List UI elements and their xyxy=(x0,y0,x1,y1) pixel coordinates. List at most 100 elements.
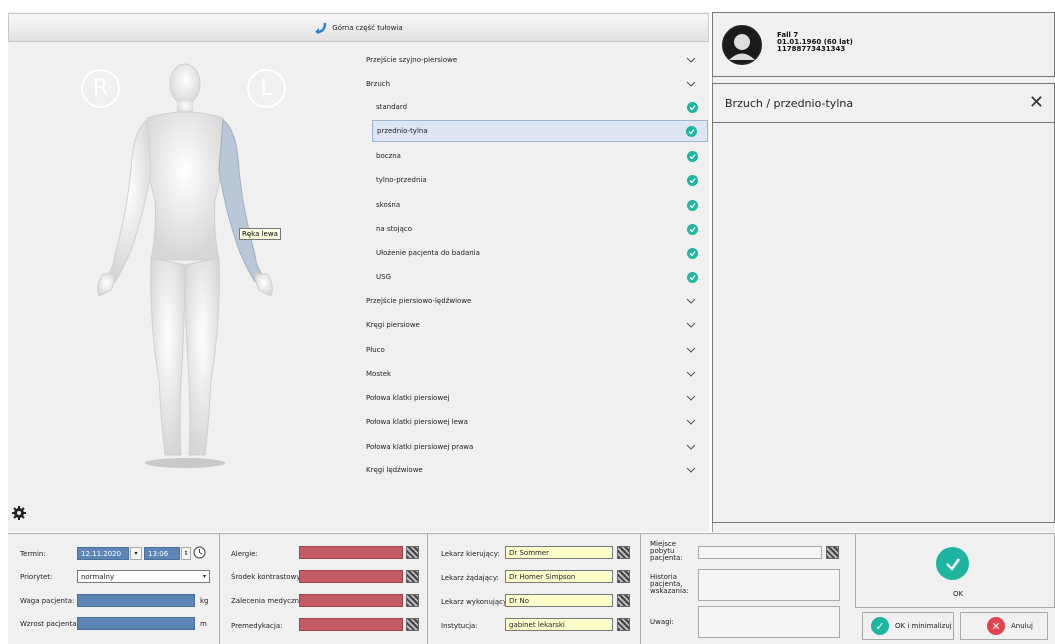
tree-item-label: standard xyxy=(376,103,408,111)
cancel-label: Anuluj xyxy=(1011,622,1033,630)
right-leg[interactable] xyxy=(150,257,186,456)
miejsce-field[interactable] xyxy=(698,546,822,559)
divider xyxy=(219,533,220,644)
chevron-down-icon[interactable] xyxy=(686,81,696,87)
wykonujacy-field[interactable]: Dr No xyxy=(505,594,613,607)
detail-title: Brzuch / przednio-tylna xyxy=(725,96,854,110)
tree-item-label: Kręgi piersiowe xyxy=(366,321,420,329)
historia-field[interactable] xyxy=(698,569,840,601)
tree-child-item[interactable]: tylno-przednia xyxy=(376,169,708,191)
tree-item-label: Połowa klatki piersiowej xyxy=(366,394,450,402)
edit-list-icon[interactable] xyxy=(617,618,630,631)
wykonujacy-label: Lekarz wykonujący: xyxy=(441,598,509,606)
clock-icon[interactable] xyxy=(193,546,206,559)
zadajacy-field[interactable]: Dr Homer Simpson xyxy=(505,570,613,583)
patient-card: Fall 7 01.01.1960 (60 lat) 1178877343134… xyxy=(712,12,1055,77)
priorytet-value: normalny xyxy=(81,572,115,581)
tree-group-item[interactable]: Połowa klatki piersiowej lewa xyxy=(366,411,708,433)
tree-child-item[interactable]: Ułożenie pacjenta do badania xyxy=(376,242,708,264)
tree-group-item[interactable]: Kręgi lędźwiowe xyxy=(366,459,708,481)
edit-list-icon[interactable] xyxy=(617,546,630,559)
chevron-down-icon[interactable] xyxy=(686,298,696,304)
edit-list-icon[interactable] xyxy=(406,570,419,583)
tree-item-label: USG xyxy=(376,273,391,281)
tree-child-item[interactable]: boczna xyxy=(376,145,708,167)
chevron-down-icon[interactable] xyxy=(686,347,696,353)
zalecenia-field[interactable] xyxy=(299,594,403,607)
check-circle-icon xyxy=(687,223,698,235)
wzrost-field[interactable] xyxy=(77,617,195,630)
time-spinner-icon[interactable]: ⇕ xyxy=(181,547,191,560)
tree-group-item[interactable]: Przejście piersiowo-lędźwiowe xyxy=(366,290,708,312)
tree-group-item[interactable]: Płuco xyxy=(366,339,708,361)
tree-item-label: Połowa klatki piersiowej prawa xyxy=(366,443,474,451)
ok-minimize-button[interactable]: ✓ OK i minimalizuj xyxy=(862,612,954,640)
date-dropdown-icon[interactable]: ▾ xyxy=(130,547,142,560)
tree-group-item[interactable]: Połowa klatki piersiowej prawa xyxy=(366,436,708,458)
uwagi-label: Uwagi: xyxy=(650,618,674,626)
tree-child-item[interactable]: USG xyxy=(376,266,708,288)
tree-group-item[interactable]: Mostek xyxy=(366,363,708,385)
tree-child-item[interactable]: skośna xyxy=(376,194,708,216)
chevron-down-icon: ▾ xyxy=(202,573,206,580)
srodek-field[interactable] xyxy=(299,570,403,583)
edit-list-icon[interactable] xyxy=(617,570,630,583)
termin-time-field[interactable]: 13:06 xyxy=(144,547,180,560)
historia-label: Historia pacjenta, wskazania: xyxy=(650,573,689,595)
miejsce-label: Miejsce pobytu pacjenta: xyxy=(650,540,683,562)
tree-item-label: Połowa klatki piersiowej lewa xyxy=(366,418,468,426)
chevron-down-icon[interactable] xyxy=(686,467,696,473)
divider xyxy=(427,533,428,644)
instytucja-field[interactable]: gabinet lekarski xyxy=(505,618,613,631)
check-circle-icon xyxy=(687,271,698,283)
tree-item-label: Ułożenie pacjenta do badania xyxy=(376,249,480,257)
waga-unit: kg xyxy=(200,597,209,605)
wzrost-label: Wzrost pacjenta: xyxy=(20,620,79,628)
body-figure[interactable] xyxy=(85,60,285,470)
chevron-down-icon[interactable] xyxy=(686,57,696,63)
chevron-down-icon[interactable] xyxy=(686,322,696,328)
tree-item-label: Płuco xyxy=(366,346,385,354)
termin-date-field[interactable]: 12.11.2020 xyxy=(77,547,129,560)
chevron-down-icon[interactable] xyxy=(686,419,696,425)
edit-list-icon[interactable] xyxy=(406,546,419,559)
chevron-down-icon[interactable] xyxy=(686,395,696,401)
termin-label: Termin: xyxy=(20,550,46,558)
edit-list-icon[interactable] xyxy=(617,594,630,607)
uwagi-field[interactable] xyxy=(698,606,840,638)
tree-group-item[interactable]: Przejście szyjno-piersiowe xyxy=(366,49,708,71)
priorytet-label: Priorytet: xyxy=(20,573,53,581)
chevron-down-icon[interactable] xyxy=(686,371,696,377)
tree-group-item[interactable]: Kręgi piersiowe xyxy=(366,314,708,336)
divider xyxy=(640,533,641,644)
priorytet-select[interactable]: normalny ▾ xyxy=(77,570,210,583)
right-arm[interactable] xyxy=(104,119,152,283)
head[interactable] xyxy=(169,63,201,105)
tree-item-label: Kręgi lędźwiowe xyxy=(366,466,423,474)
check-circle-icon xyxy=(687,199,698,211)
kierujacy-label: Lekarz kierujący: xyxy=(441,550,500,558)
upper-body-button[interactable]: Górna część tułowia xyxy=(8,13,709,42)
left-leg[interactable] xyxy=(184,257,220,456)
left-arm-highlighted[interactable] xyxy=(218,119,266,283)
edit-list-icon[interactable] xyxy=(826,546,839,559)
edit-list-icon[interactable] xyxy=(406,618,419,631)
ok-label: OK xyxy=(953,590,964,598)
tree-child-item[interactable]: standard xyxy=(376,96,708,118)
tree-item-label: skośna xyxy=(376,201,401,209)
wzrost-unit: m xyxy=(200,620,207,628)
close-icon[interactable]: ✕ xyxy=(1029,94,1044,112)
waga-field[interactable] xyxy=(77,594,195,607)
tree-child-item[interactable]: przednio-tylna xyxy=(372,120,708,142)
gear-icon[interactable] xyxy=(12,506,26,520)
cancel-button[interactable]: ✕ Anuluj xyxy=(960,612,1048,640)
edit-list-icon[interactable] xyxy=(406,594,419,607)
tree-group-item[interactable]: Połowa klatki piersiowej xyxy=(366,387,708,409)
tree-child-item[interactable]: na stojąco xyxy=(376,218,708,240)
alergie-field[interactable] xyxy=(299,546,403,559)
chevron-down-icon[interactable] xyxy=(686,444,696,450)
torso[interactable] xyxy=(145,111,225,261)
premedykacja-field[interactable] xyxy=(299,618,403,631)
tree-group-item[interactable]: Brzuch xyxy=(366,73,708,95)
kierujacy-field[interactable]: Dr Sommer xyxy=(505,546,613,559)
